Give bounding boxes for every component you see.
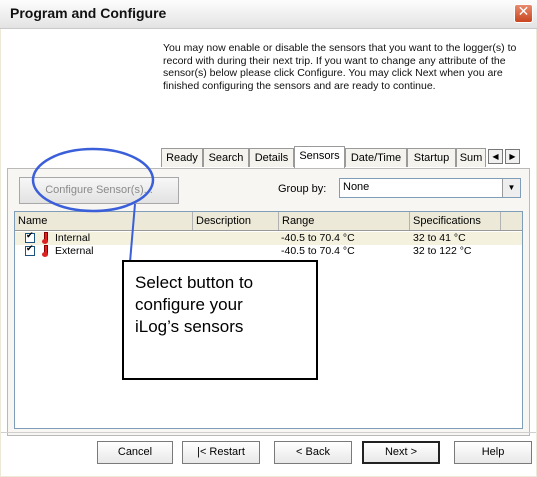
tab-ready[interactable]: Ready	[161, 148, 203, 167]
sensor-enable-checkbox[interactable]: ✔	[25, 231, 35, 243]
group-by-select[interactable]: None ▼	[339, 178, 521, 198]
sensor-range: -40.5 to 70.4 °C	[281, 245, 355, 257]
column-header-name[interactable]: Name	[15, 212, 193, 230]
thermometer-icon	[42, 245, 48, 257]
dialog-client-area: You may now enable or disable the sensor…	[1, 29, 536, 476]
callout-line-1: Select button to	[135, 273, 254, 292]
annotation-callout: Select button to configure your iLog’s s…	[122, 260, 318, 380]
column-header-description[interactable]: Description	[193, 212, 279, 230]
callout-line-2: configure your	[135, 295, 243, 314]
group-by-label: Group by:	[278, 183, 327, 195]
tab-sensors[interactable]: Sensors	[294, 146, 345, 168]
back-button[interactable]: < Back	[274, 441, 352, 464]
column-header-range[interactable]: Range	[279, 212, 410, 230]
tab-startup[interactable]: Startup	[407, 148, 456, 167]
list-header: Name Description Range Specifications	[15, 212, 522, 231]
tab-details[interactable]: Details	[249, 148, 294, 167]
group-by-value: None	[343, 181, 370, 193]
tab-search[interactable]: Search	[203, 148, 249, 167]
next-button[interactable]: Next >	[362, 441, 440, 464]
sensor-range: -40.5 to 70.4 °C	[281, 232, 355, 244]
tab-scroll-left-icon[interactable]: ◀	[488, 149, 503, 164]
tab-summary[interactable]: Sum	[456, 148, 486, 167]
window-title: Program and Configure	[10, 5, 167, 21]
sensor-name: External	[55, 245, 94, 257]
dropdown-arrow-icon[interactable]: ▼	[502, 179, 520, 197]
title-bar: Program and Configure ✕	[0, 0, 537, 29]
sensor-row-external[interactable]: ✔ External -40.5 to 70.4 °C 32 to 122 °C	[15, 244, 522, 258]
sensor-specifications: 32 to 41 °C	[413, 232, 466, 244]
footer-divider	[1, 432, 536, 433]
close-icon: ✕	[517, 4, 530, 20]
sensor-row-internal[interactable]: ✔ Internal -40.5 to 70.4 °C 32 to 41 °C	[15, 231, 522, 245]
restart-button[interactable]: |< Restart	[182, 441, 260, 464]
cancel-button[interactable]: Cancel	[97, 441, 173, 464]
sensor-enable-checkbox[interactable]: ✔	[25, 244, 35, 256]
program-and-configure-dialog: Program and Configure ✕ You may now enab…	[0, 0, 537, 477]
column-header-specifications[interactable]: Specifications	[410, 212, 501, 230]
tab-scroll-right-icon[interactable]: ▶	[505, 149, 520, 164]
callout-line-3: iLog’s sensors	[135, 317, 244, 336]
tab-date-time[interactable]: Date/Time	[345, 148, 407, 167]
configure-sensors-button[interactable]: Configure Sensor(s)...	[19, 177, 179, 204]
sensor-name: Internal	[55, 232, 91, 244]
checkmark-icon: ✔	[26, 244, 34, 254]
thermometer-icon	[42, 232, 48, 244]
help-button[interactable]: Help	[454, 441, 532, 464]
checkmark-icon: ✔	[26, 231, 34, 241]
sensor-specifications: 32 to 122 °C	[413, 245, 472, 257]
intro-text: You may now enable or disable the sensor…	[163, 42, 517, 92]
close-button[interactable]: ✕	[514, 4, 533, 23]
